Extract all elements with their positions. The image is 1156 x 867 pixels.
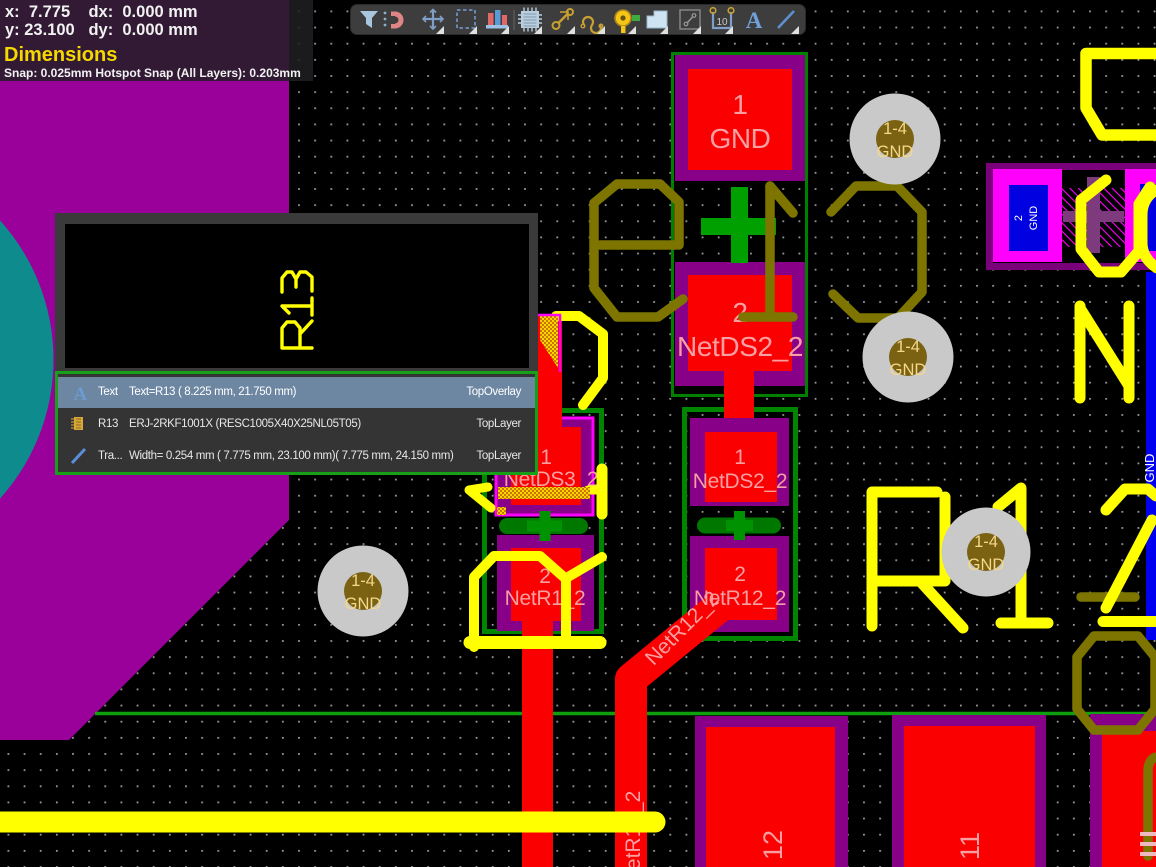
svg-text:2: 2 [1013,215,1025,221]
svg-text:10: 10 [716,17,728,28]
svg-text:NetDS2_2: NetDS2_2 [677,331,803,362]
svg-text:A: A [746,8,763,33]
svg-text:GND: GND [345,595,382,613]
svg-text:NetR1_2: NetR1_2 [505,587,586,610]
svg-text:12: 12 [758,830,788,860]
svg-text:1: 1 [734,446,745,469]
svg-text:GND: GND [968,556,1005,574]
svg-text:GND: GND [890,361,927,379]
svg-text:NetDS2_2: NetDS2_2 [693,470,788,493]
svg-text:11: 11 [955,832,985,860]
svg-text:GND: GND [1142,454,1156,483]
svg-text:1: 1 [540,446,551,469]
svg-text:1-4: 1-4 [896,338,920,356]
svg-text:2: 2 [734,563,745,586]
svg-text:1-4: 1-4 [883,120,907,138]
svg-text:1-4: 1-4 [974,533,998,551]
svg-text:GND: GND [877,143,914,161]
svg-text:GND: GND [1028,206,1040,231]
svg-text:GND: GND [709,123,770,154]
svg-text:1-4: 1-4 [351,572,375,590]
svg-text:1: 1 [732,89,747,120]
svg-text:A: A [73,384,87,404]
